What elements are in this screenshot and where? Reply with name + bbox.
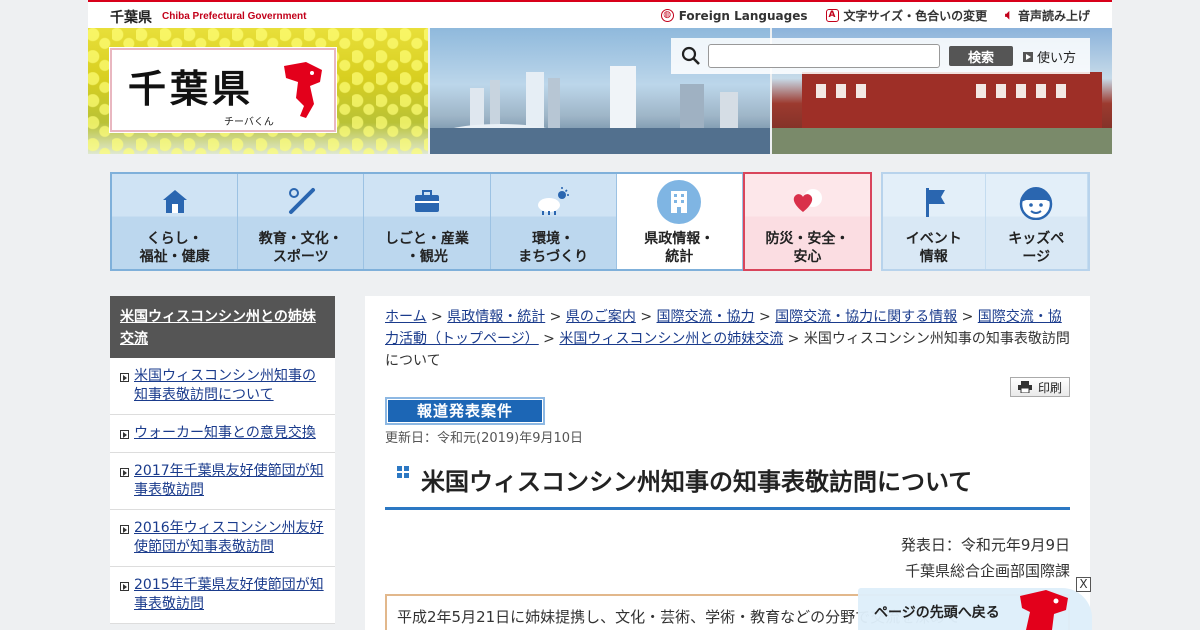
breadcrumb: ホーム > 県政情報・統計 > 県のご案内 > 国際交流・協力 > 国際交流・協…: [385, 309, 1070, 369]
arrow-icon: [120, 430, 129, 439]
flag-icon: [925, 188, 945, 217]
text-size-link[interactable]: A 文字サイズ・色合いの変更: [825, 7, 987, 24]
search-help-link[interactable]: 使い方: [1023, 47, 1076, 66]
briefcase-icon: [414, 190, 439, 212]
global-nav: くらし・ 福祉・健康 教育・文化・ スポーツ しごと・産業 ・観光 環境・ まち…: [110, 172, 873, 271]
sidebar-item: 2016年ウィスコンシン州友好使節団が知事表敬訪問: [110, 510, 335, 567]
sidebar-heading: 米国ウィスコンシン州との姉妹交流: [110, 296, 335, 358]
sidebar: 米国ウィスコンシン州との姉妹交流 米国ウィスコンシン州知事の知事表敬訪問について…: [110, 296, 335, 624]
breadcrumb-link[interactable]: ホーム: [385, 309, 427, 325]
nav-government-statistics[interactable]: 県政情報・ 統計: [616, 174, 743, 269]
arrow-icon: [120, 468, 129, 477]
baseball-bat-icon: [288, 188, 315, 214]
sidebar-link[interactable]: 2017年千葉県友好使節団が知事表敬訪問: [134, 463, 324, 498]
department: 千葉県総合企画部国際課: [904, 562, 1070, 580]
breadcrumb-link[interactable]: 県のご案内: [566, 309, 636, 325]
page-title: 米国ウィスコンシン州知事の知事表敬訪問について: [385, 456, 1070, 510]
sidebar-item: 2015年千葉県友好使節団が知事表敬訪問: [110, 567, 335, 624]
top-bar: 千葉県 Chiba Prefectural Government ◍ Forei…: [88, 0, 1112, 28]
nav-disaster-safety[interactable]: 防災・安全・ 安心: [742, 172, 873, 271]
chiba-kun-mascot-icon: [1020, 590, 1068, 630]
chiba-kun-mascot-icon: [284, 62, 322, 118]
sidebar-link[interactable]: 2015年千葉県友好使節団が知事表敬訪問: [134, 577, 324, 612]
heart-icon: [794, 189, 823, 212]
sidebar-link[interactable]: ウォーカー知事との意見交換: [134, 425, 316, 441]
nav-education-culture-sports[interactable]: 教育・文化・ スポーツ: [238, 174, 365, 269]
close-icon[interactable]: X: [1076, 577, 1091, 592]
house-icon: [162, 190, 187, 213]
nav-environment-town[interactable]: 環境・ まちづくり: [490, 174, 617, 269]
nav-kids-page[interactable]: キッズペ ージ: [985, 174, 1088, 269]
main-content: ホーム > 県政情報・統計 > 県のご案内 > 国際交流・協力 > 国際交流・協…: [365, 296, 1090, 630]
arrow-icon: [1023, 51, 1033, 62]
updated-date: 更新日：令和元(2019)年9月10日: [385, 431, 584, 446]
nav-events[interactable]: イベント 情報: [883, 174, 986, 269]
arrow-icon: [120, 582, 129, 591]
release-date: 発表日：令和元年9月9日: [900, 536, 1070, 554]
read-aloud-link[interactable]: 🔈︎ 音声読み上げ: [1005, 7, 1090, 24]
foreign-languages-link[interactable]: ◍ Foreign Languages: [660, 7, 808, 24]
arrow-icon: [120, 525, 129, 534]
speaker-icon: 🔈︎: [1005, 8, 1013, 23]
breadcrumb-link[interactable]: 国際交流・協力に関する情報: [775, 309, 957, 325]
kid-face-icon: [1020, 187, 1053, 220]
nav-work-industry-tourism[interactable]: しごと・産業 ・観光: [364, 174, 491, 269]
sidebar-link[interactable]: 米国ウィスコンシン州知事の知事表敬訪問について: [134, 368, 316, 403]
chiba-logo[interactable]: 千葉県 チーバくん: [110, 48, 336, 132]
title-marker-icon: [397, 466, 409, 478]
utility-links: ◍ Foreign Languages A 文字サイズ・色合いの変更 🔈︎ 音声…: [660, 7, 1090, 24]
release-info: 発表日：令和元年9月9日 千葉県総合企画部国際課: [901, 532, 1070, 584]
search-input[interactable]: [708, 44, 940, 68]
globe-icon: ◍: [660, 9, 674, 22]
brand-english: Chiba Prefectural Government: [162, 11, 307, 22]
sidebar-item: 米国ウィスコンシン州知事の知事表敬訪問について: [110, 358, 335, 415]
breadcrumb-link[interactable]: 米国ウィスコンシン州との姉妹交流: [559, 331, 783, 347]
sidebar-item: ウォーカー知事との意見交換: [110, 415, 335, 453]
printer-icon: [1017, 381, 1032, 393]
sidebar-item: 2017年千葉県友好使節団が知事表敬訪問: [110, 453, 335, 510]
arrow-icon: [120, 373, 129, 382]
search-bar: 検索 使い方: [671, 38, 1090, 74]
text-size-icon: A: [825, 9, 839, 22]
search-button[interactable]: 検索: [949, 46, 1013, 66]
building-icon: [657, 180, 702, 224]
nav-living-welfare-health[interactable]: くらし・ 福祉・健康: [112, 174, 239, 269]
breadcrumb-link[interactable]: 県政情報・統計: [447, 309, 545, 325]
breadcrumb-link[interactable]: 国際交流・協力: [657, 309, 755, 325]
search-icon: [681, 46, 700, 65]
press-release-badge: 報道発表案件: [385, 397, 545, 425]
sidebar-heading-link[interactable]: 米国ウィスコンシン州との姉妹交流: [120, 309, 316, 347]
weather-icon: [538, 187, 570, 215]
secondary-nav: イベント 情報 キッズペ ージ: [881, 172, 1090, 271]
brand-name: 千葉県: [110, 10, 152, 26]
sidebar-link[interactable]: 2016年ウィスコンシン州友好使節団が知事表敬訪問: [134, 520, 324, 555]
print-button[interactable]: 印刷: [1010, 377, 1070, 397]
